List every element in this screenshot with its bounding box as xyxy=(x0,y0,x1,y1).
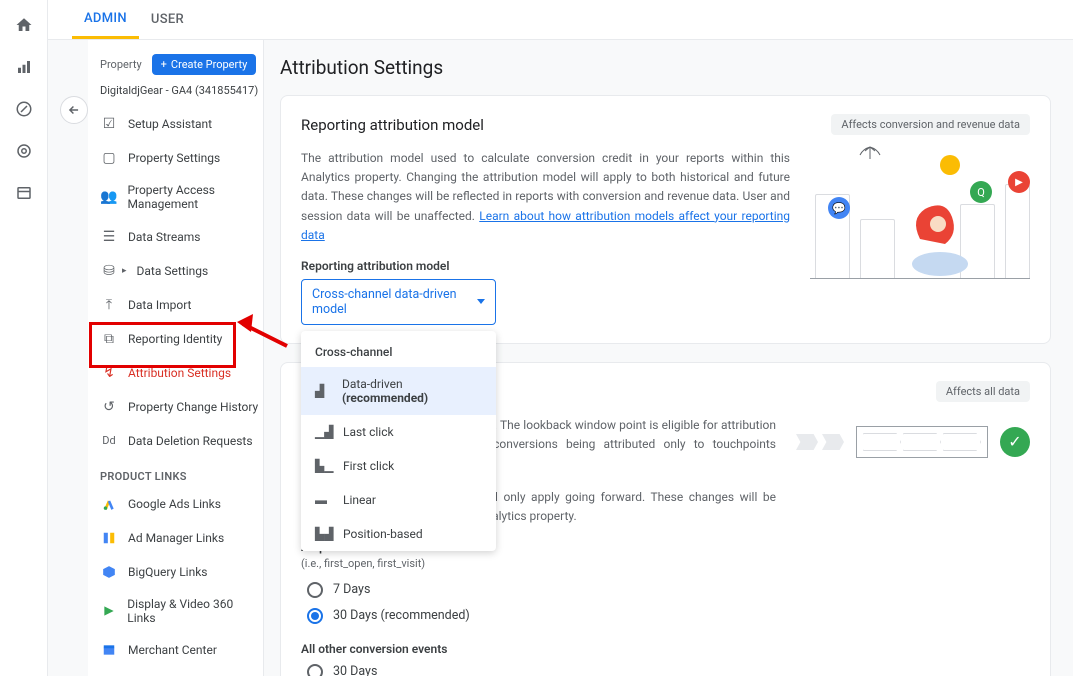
nav-merchant-center[interactable]: Merchant Center xyxy=(96,633,263,667)
message-bubble-icon: 💬 xyxy=(828,197,850,219)
attribution-model-label: Reporting attribution model xyxy=(301,259,790,273)
home-icon[interactable] xyxy=(15,16,33,38)
lookback-illustration: ✓ xyxy=(796,426,1030,458)
dv360-icon xyxy=(100,602,117,620)
card1-chip: Affects conversion and revenue data xyxy=(831,114,1030,135)
streams-icon: ☰ xyxy=(100,228,118,246)
nav-ad-manager[interactable]: Ad Manager Links xyxy=(96,521,263,555)
property-name: DigitaldjGear - GA4 (341855417) xyxy=(96,83,263,107)
dd-last-click[interactable]: ▁▟Last click xyxy=(301,415,496,449)
radio-acq-7days[interactable]: 7 Days xyxy=(307,582,776,598)
nav-property-access[interactable]: 👥Property Access Management xyxy=(96,175,263,220)
card1-title: Reporting attribution model xyxy=(301,116,484,134)
tab-admin[interactable]: ADMIN xyxy=(72,1,139,39)
google-ads-icon xyxy=(100,495,118,513)
bigquery-icon xyxy=(100,563,118,581)
section-product-links: PRODUCT LINKS xyxy=(96,458,263,487)
dd-icon: Dd xyxy=(100,432,118,450)
chevron-down-icon xyxy=(477,299,485,304)
property-label: Property xyxy=(100,58,142,71)
search-bubble-icon: Q xyxy=(970,181,992,203)
annotation-highlight-box xyxy=(89,322,236,368)
linear-icon: ▬ xyxy=(315,493,331,507)
nav-data-settings[interactable]: ⛁▸Data Settings xyxy=(96,254,263,288)
nav-deletion-requests[interactable]: DdData Deletion Requests xyxy=(96,424,263,458)
dd-linear[interactable]: ▬Linear xyxy=(301,483,496,517)
reporting-attribution-card: Reporting attribution model Affects conv… xyxy=(280,95,1051,344)
card-icon: ▢ xyxy=(100,149,118,167)
ad-manager-icon xyxy=(100,529,118,547)
nav-dv360[interactable]: Display & Video 360 Links xyxy=(96,589,263,633)
nav-data-streams[interactable]: ☰Data Streams xyxy=(96,220,263,254)
check-square-icon: ☑ xyxy=(100,115,118,133)
first-click-icon: ▙▁ xyxy=(315,459,331,473)
yellow-dot-icon xyxy=(940,155,960,175)
attribution-model-dropdown: Cross-channel ▟Data-driven (recommended)… xyxy=(301,331,496,551)
page-title: Attribution Settings xyxy=(280,56,1051,79)
tab-user[interactable]: USER xyxy=(139,2,196,37)
database-icon: ⛁ xyxy=(100,262,118,280)
other-events-label: All other conversion events xyxy=(301,642,776,656)
dd-first-click[interactable]: ▙▁First click xyxy=(301,449,496,483)
attribution-model-select[interactable]: Cross-channel data-driven model xyxy=(301,279,496,325)
create-property-button[interactable]: +Create Property xyxy=(152,54,257,75)
play-bubble-icon: ▶ xyxy=(1008,171,1030,193)
configure-icon[interactable] xyxy=(15,184,33,206)
nav-property-settings[interactable]: ▢Property Settings xyxy=(96,141,263,175)
upload-icon: ⤒ xyxy=(100,296,118,314)
annotation-arrow xyxy=(237,312,289,348)
nav-google-play[interactable]: Google Play Links xyxy=(96,667,263,676)
nav-change-history[interactable]: ↺Property Change History xyxy=(96,390,263,424)
history-icon: ↺ xyxy=(100,398,118,416)
attribution-illustration: 💬 Q ▶ xyxy=(810,149,1030,279)
nav-setup-assistant[interactable]: ☑Setup Assistant xyxy=(96,107,263,141)
advertising-icon[interactable] xyxy=(15,142,33,164)
bar-chart-icon: ▟ xyxy=(315,384,330,398)
nav-google-ads[interactable]: Google Ads Links xyxy=(96,487,263,521)
acq-events-sub: (i.e., first_open, first_visit) xyxy=(301,557,776,570)
dd-position-based[interactable]: ▙▟Position-based xyxy=(301,517,496,545)
explore-icon[interactable] xyxy=(15,100,33,122)
nav-bigquery[interactable]: BigQuery Links xyxy=(96,555,263,589)
back-button[interactable] xyxy=(60,96,88,124)
card1-description: The attribution model used to calculate … xyxy=(301,149,790,245)
people-icon: 👥 xyxy=(100,188,117,206)
radio-other-30days[interactable]: 30 Days xyxy=(307,664,776,676)
radio-acq-30days[interactable]: 30 Days (recommended) xyxy=(307,608,776,624)
last-click-icon: ▁▟ xyxy=(315,425,331,439)
reports-icon[interactable] xyxy=(15,58,33,80)
position-icon: ▙▟ xyxy=(315,527,331,541)
plus-icon: + xyxy=(161,58,167,71)
merchant-icon xyxy=(100,641,118,659)
card2-chip: Affects all data xyxy=(936,381,1030,402)
check-circle-icon: ✓ xyxy=(1000,427,1030,457)
dropdown-group-crosschannel: Cross-channel xyxy=(301,337,496,367)
dd-data-driven[interactable]: ▟Data-driven (recommended) xyxy=(301,367,496,415)
